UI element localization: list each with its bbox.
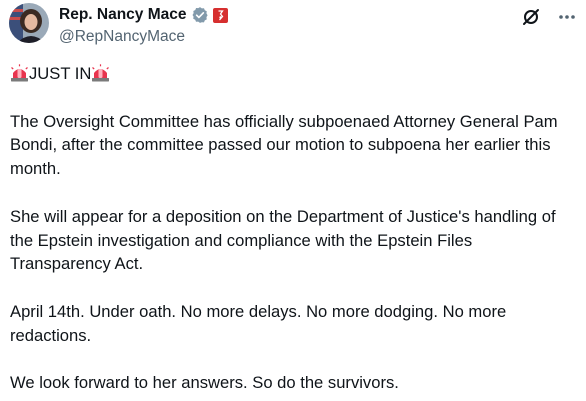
- author-display-name[interactable]: Rep. Nancy Mace: [59, 6, 187, 24]
- tweet-header: Rep. Nancy Mace @RepNancyMace: [59, 4, 526, 46]
- tweet-paragraph: April 14th. Under oath. No more delays. …: [10, 301, 507, 345]
- tweet-headline-line: JUST IN: [10, 62, 570, 86]
- verified-badge-icon[interactable]: [191, 6, 209, 24]
- author-avatar[interactable]: [9, 3, 49, 43]
- more-icon[interactable]: [556, 6, 578, 28]
- author-handle[interactable]: @RepNancyMace: [59, 28, 526, 46]
- affiliation-badge-icon[interactable]: [212, 7, 228, 23]
- tweet-paragraph: The Oversight Committee has officially s…: [10, 111, 558, 179]
- grok-icon[interactable]: [520, 6, 542, 28]
- tweet-paragraph: She will appear for a deposition on the …: [10, 206, 556, 274]
- tweet-headline: JUST IN: [29, 64, 92, 83]
- siren-emoji-icon: [91, 64, 110, 82]
- tweet-actions-top: [520, 6, 578, 28]
- tweet-text: JUST IN The Oversight Committee has offi…: [10, 62, 570, 395]
- tweet-paragraph: We look forward to her answers. So do th…: [10, 373, 399, 393]
- siren-emoji-icon: [10, 64, 29, 82]
